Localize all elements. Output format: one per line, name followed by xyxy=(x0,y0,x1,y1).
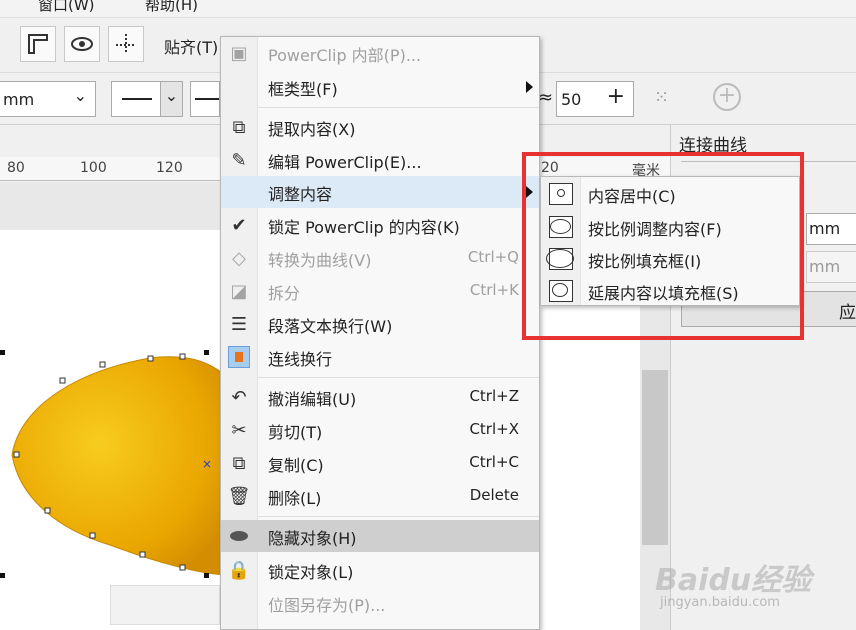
menu-item-hide-object[interactable]: 隐藏对象(H) xyxy=(221,520,539,552)
unit-select-value: mm xyxy=(3,90,35,109)
convert-curves-icon: ◇ xyxy=(232,247,246,269)
menu-item-delete[interactable]: 🗑 删除(L) Delete xyxy=(221,480,539,512)
add-circle-icon[interactable]: + xyxy=(713,83,741,111)
ruler-icon xyxy=(28,34,48,54)
ruler-tick: 120 xyxy=(156,160,183,176)
break-apart-icon: ◪ xyxy=(230,280,248,302)
menu-item-undo-edit[interactable]: ↶ 撤消编辑(U) Ctrl+Z xyxy=(221,381,539,413)
menu-item-wrap-paragraph-text[interactable]: ☰ 段落文本换行(W) xyxy=(221,308,539,340)
menu-help[interactable]: 帮助(H) xyxy=(145,0,198,15)
lock-icon: 🔒 xyxy=(227,559,251,581)
menu-item-edit-powerclip[interactable]: ✎ 编辑 PowerClip(E)... xyxy=(221,144,539,176)
hide-eye-icon xyxy=(228,525,250,547)
undo-icon: ↶ xyxy=(231,386,247,408)
ruler-toggle-button[interactable] xyxy=(20,26,56,62)
text-wrap-icon: ☰ xyxy=(230,313,248,335)
chevron-down-icon: ⌄ xyxy=(73,86,87,105)
spin-input[interactable]: 50 + xyxy=(556,81,634,117)
line-style-select[interactable]: ⌄ xyxy=(111,81,183,117)
svg-text:×: × xyxy=(202,457,212,471)
scissors-icon: ✂ xyxy=(231,419,247,441)
menu-item-adjust-contents[interactable]: 调整内容 xyxy=(221,176,539,208)
vertical-scrollbar[interactable] xyxy=(642,370,668,545)
submenu-arrow-icon xyxy=(526,81,533,93)
checkmark-icon: ✔ xyxy=(231,214,247,236)
chevron-down-icon: ⌄ xyxy=(160,82,182,116)
dots-grid-icon[interactable]: ⁙ xyxy=(654,87,669,108)
guides-icon xyxy=(116,34,136,54)
menu-item-break-apart[interactable]: ◪ 拆分 Ctrl+K xyxy=(221,275,539,307)
menu-item-cut[interactable]: ✂ 剪切(T) Ctrl+X xyxy=(221,414,539,446)
menu-item-powerclip-inside[interactable]: ▣ PowerClip 内部(P)... xyxy=(221,37,539,69)
baidu-watermark-url: jingyan.baidu.com xyxy=(660,595,780,610)
baidu-watermark: Baidu经验 xyxy=(655,563,812,598)
menu-item-connector-wrap[interactable]: 连线换行 xyxy=(221,341,539,373)
menu-item-frame-type[interactable]: 框类型(F) xyxy=(221,71,539,103)
ruler-tick: 80 xyxy=(7,160,25,176)
connector-wrap-icon xyxy=(228,346,250,368)
wave-icon: ≈ xyxy=(538,87,554,108)
grid-eye-icon xyxy=(71,37,93,51)
docker-field-2[interactable]: mm xyxy=(806,251,856,283)
edit-powerclip-icon: ✎ xyxy=(231,149,247,171)
menu-item-lock-object[interactable]: 🔒 锁定对象(L) xyxy=(221,554,539,586)
snap-to-label[interactable]: 贴齐(T) xyxy=(164,34,218,58)
menu-item-copy[interactable]: ⧉ 复制(C) Ctrl+C xyxy=(221,447,539,479)
powerclip-inside-icon: ▣ xyxy=(230,42,248,64)
red-highlight-box xyxy=(522,152,804,340)
trash-icon: 🗑 xyxy=(227,485,251,507)
unit-select[interactable]: mm ⌄ xyxy=(0,81,96,117)
menu-window[interactable]: 窗口(W) xyxy=(38,0,95,15)
docker-field-1[interactable]: mm xyxy=(806,213,856,245)
menu-item-convert-to-curves[interactable]: ◇ 转换为曲线(V) Ctrl+Q xyxy=(221,242,539,274)
menu-item-save-bitmap-as[interactable]: 位图另存为(P)... xyxy=(221,587,539,619)
context-menu: ▣ PowerClip 内部(P)... 框类型(F) ⧉ 提取内容(X) ✎ … xyxy=(220,36,540,630)
copy-icon: ⧉ xyxy=(232,452,246,474)
extract-icon: ⧉ xyxy=(232,116,246,138)
plus-icon[interactable]: + xyxy=(607,84,625,109)
grid-toggle-button[interactable] xyxy=(64,26,100,62)
spin-value: 50 xyxy=(561,90,582,109)
ruler-tick: 100 xyxy=(80,160,107,176)
menu-bar: 窗口(W) 帮助(H) xyxy=(0,0,856,18)
floating-toolbar[interactable] xyxy=(110,585,220,625)
menu-item-extract-contents[interactable]: ⧉ 提取内容(X) xyxy=(221,111,539,143)
menu-item-lock-powerclip[interactable]: ✔ 锁定 PowerClip 的内容(K) xyxy=(221,209,539,241)
line-end-select[interactable] xyxy=(190,81,220,117)
guideline-toggle-button[interactable] xyxy=(108,26,144,62)
